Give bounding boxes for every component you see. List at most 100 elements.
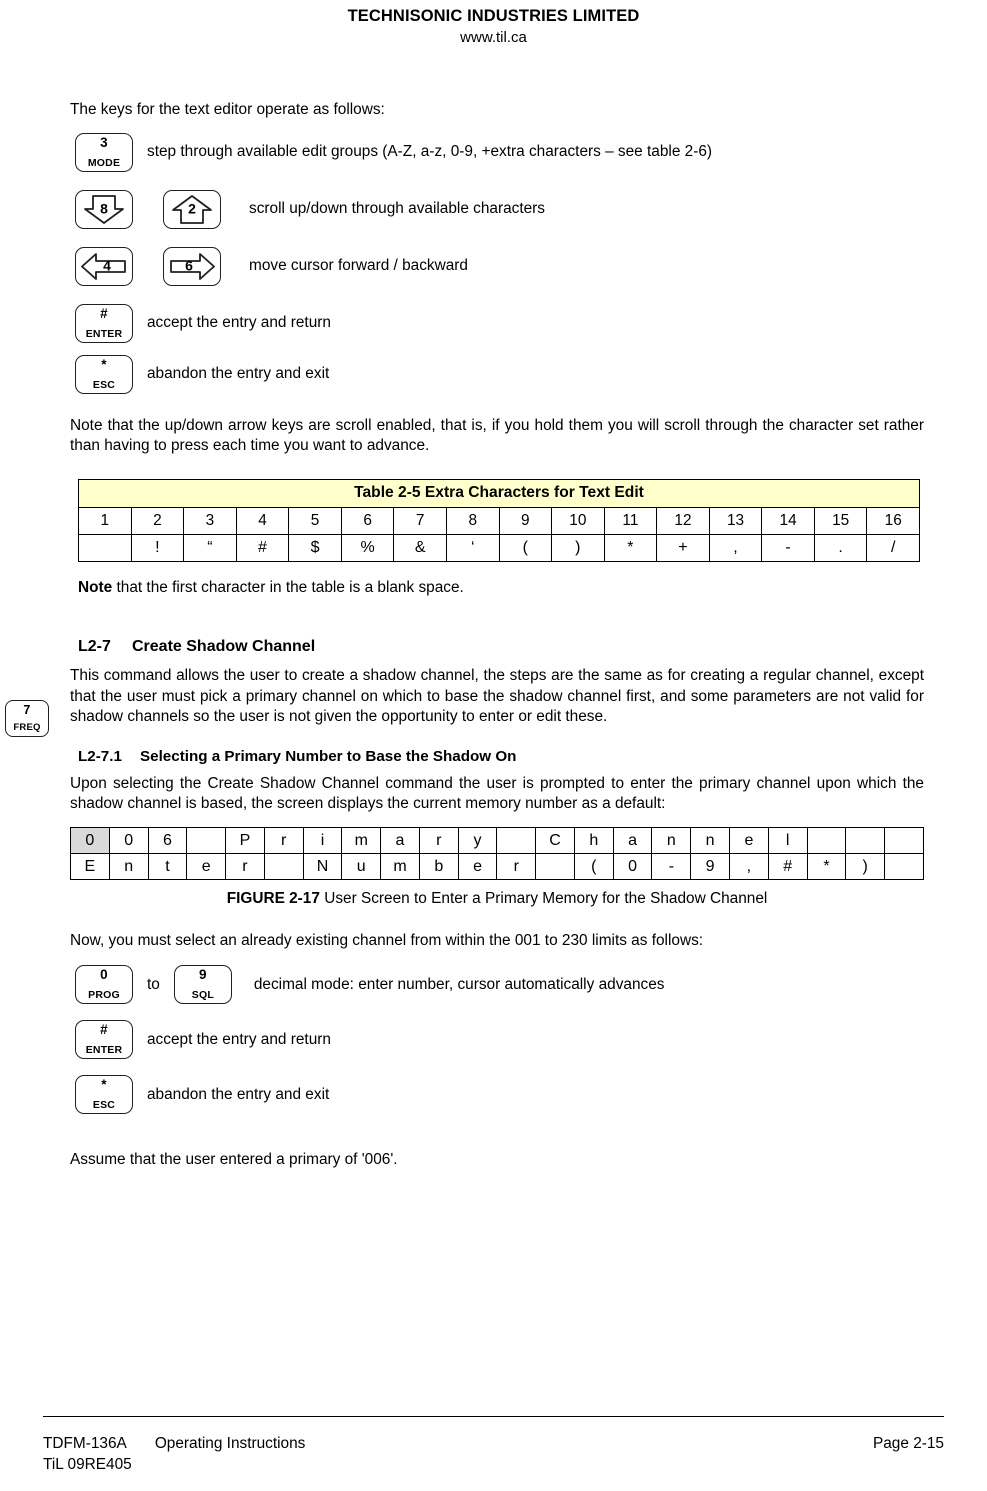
screen-grid-cell [496, 826, 537, 854]
key-row-esc-desc: abandon the entry and exit [147, 365, 330, 382]
table-2-5-char-cell: ‘ [445, 533, 500, 562]
table-2-5-index-cell: 11 [603, 506, 658, 535]
table-2-5-index-cell: 12 [656, 506, 710, 535]
assume-primary-line: Assume that the user entered a primary o… [70, 1151, 398, 1168]
table-2-5-char-cell: - [761, 533, 815, 562]
screen-grid: 006PrimaryChannel En t e r Nu m b e r(0-9, # *) [70, 826, 924, 880]
key-star-esc-2-bottom: ESC [92, 1099, 116, 1111]
screen-grid-cell [186, 826, 227, 854]
screen-grid-cell: u [341, 852, 382, 880]
table-2-5-char-cell: “ [183, 533, 237, 562]
screen-grid-cell [263, 852, 304, 880]
table-2-5-char-cell: ) [551, 533, 605, 562]
screen-grid-cell: 0 [108, 826, 149, 854]
key-hash-enter-top: # [100, 305, 108, 321]
key-range-connector: to [147, 975, 160, 993]
key-star-esc-bottom: ESC [92, 378, 116, 391]
table-2-5-index-cell: 10 [551, 506, 605, 535]
screen-grid-cell: ) [845, 852, 886, 880]
section-number-l2-7: L2-7 [78, 638, 111, 655]
screen-grid-cell: ( [573, 852, 614, 880]
key-8-label: 8 [100, 200, 108, 217]
screen-grid-cell: N [302, 852, 343, 880]
screen-grid-row: 006PrimaryChannel [70, 826, 924, 854]
figure-caption: FIGURE 2-17 User Screen to Enter a Prima… [70, 889, 924, 909]
key-row-enter-2-desc: accept the entry and return [147, 1030, 331, 1048]
table-2-5-char-cell [78, 533, 132, 562]
subsection-number-l2-7-1: L2-7.1 [78, 747, 122, 765]
screen-grid-cell: 0 [612, 852, 653, 880]
figure-caption-text: User Screen to Enter a Primary Memory fo… [319, 889, 768, 907]
section-body-l2-7: This command allows the user to create a… [70, 667, 924, 725]
screen-grid-cell: e [457, 852, 498, 880]
table-2-5-char-cell: , [708, 533, 763, 562]
footer-page-number: Page 2-15 [872, 1435, 944, 1452]
footer-revision: TiL 09RE405 [43, 1456, 132, 1473]
footer-divider [43, 1416, 944, 1417]
screen-grid-cell: P [225, 826, 265, 854]
table-2-5-index-cell: 13 [708, 506, 763, 535]
footer-doc-number: TDFM-136A [43, 1435, 127, 1452]
screen-grid-cell: - [651, 852, 692, 880]
subsection-heading-l2-7-1: L2-7.1 Selecting a Primary Number to Base… [70, 746, 924, 767]
table-2-5-char-row: ! “# $% & ‘() * +, -. / [78, 533, 920, 562]
table-2-5-char-cell: / [866, 533, 920, 562]
screen-grid-cell: l [767, 826, 808, 854]
key-6-label: 6 [185, 257, 193, 274]
table-2-5-index-cell: 2 [130, 506, 185, 535]
key-row-esc-2: * ESC abandon the entry and exit [70, 1075, 924, 1114]
key-hash-enter-bottom: ENTER [85, 327, 123, 340]
table-2-5-title: Table 2-5 Extra Characters for Text Edit [78, 478, 920, 508]
key-7-freq-icon: 7 FREQ [5, 700, 49, 737]
key-0-prog-icon: 0 PROG [75, 965, 133, 1004]
screen-grid-cell: r [263, 826, 304, 854]
key-6-right-arrow-icon: 6 [163, 246, 221, 286]
screen-grid-cell: m [341, 826, 382, 854]
key-hash-enter-2-top: # [100, 1022, 108, 1037]
screen-grid-cell: r [418, 826, 459, 854]
screen-grid-cell [806, 826, 847, 854]
key-row-scroll-desc: scroll up/down through available charact… [249, 200, 546, 217]
key-3-mode-bottom: MODE [87, 156, 121, 169]
table-2-5-char-cell: # [235, 533, 290, 562]
key-9-sql-top: 9 [198, 967, 207, 982]
table-2-5-char-cell: + [656, 533, 710, 562]
key-row-esc: * ESC abandon the entry and exit [70, 354, 924, 394]
screen-grid-cell: n [690, 826, 731, 854]
key-3-mode-top: 3 [100, 134, 108, 150]
table-2-5-index-cell: 16 [866, 506, 920, 535]
key-4-label: 4 [103, 257, 111, 274]
screen-grid-cell [884, 826, 924, 854]
key-9-sql-bottom: SQL [191, 989, 214, 1001]
screen-grid-cell: 6 [147, 826, 188, 854]
screen-grid-cell [884, 852, 924, 880]
key-row-enter-desc: accept the entry and return [147, 314, 331, 331]
screen-grid-cell: a [612, 826, 653, 854]
section-heading-l2-7: L2-7 Create Shadow Channel [70, 636, 924, 658]
key-hash-enter-2-bottom: ENTER [85, 1044, 123, 1056]
subsection-body-l2-7-1: Upon selecting the Create Shadow Channel… [70, 774, 924, 813]
section-title-l2-7: Create Shadow Channel [132, 638, 316, 655]
table-2-5-index-cell: 15 [813, 506, 868, 535]
table-2-5-char-cell: % [340, 533, 395, 562]
table-2-5-index-cell: 5 [288, 506, 342, 535]
key-3-mode-icon: 3 MODE [75, 132, 133, 172]
screen-grid-cell [845, 826, 886, 854]
content-column: The keys for the text editor operate as … [70, 100, 924, 1171]
screen-grid-cell: r [496, 852, 537, 880]
table-2-5-char-cell: $ [288, 533, 342, 562]
key-2-up-arrow-icon: 2 [163, 189, 221, 229]
screen-grid-cell: 9 [690, 852, 731, 880]
figure-label: FIGURE 2-17 [226, 889, 320, 907]
table-2-5: Table 2-5 Extra Characters for Text Edit… [78, 478, 920, 562]
key-star-esc-2-top: * [101, 1077, 107, 1092]
key-hash-enter-2-icon: # ENTER [75, 1020, 133, 1059]
screen-grid-cell: m [380, 852, 420, 880]
company-website: www.til.ca [460, 28, 527, 46]
table-2-5-index-cell: 9 [498, 506, 553, 535]
screen-grid-cell: a [380, 826, 420, 854]
intro-lead: The keys for the text editor operate as … [70, 101, 385, 118]
screen-grid-cell: e [729, 826, 769, 854]
key-4-left-arrow-icon: 4 [75, 246, 133, 286]
key-row-digits-desc: decimal mode: enter number, cursor autom… [253, 975, 665, 993]
